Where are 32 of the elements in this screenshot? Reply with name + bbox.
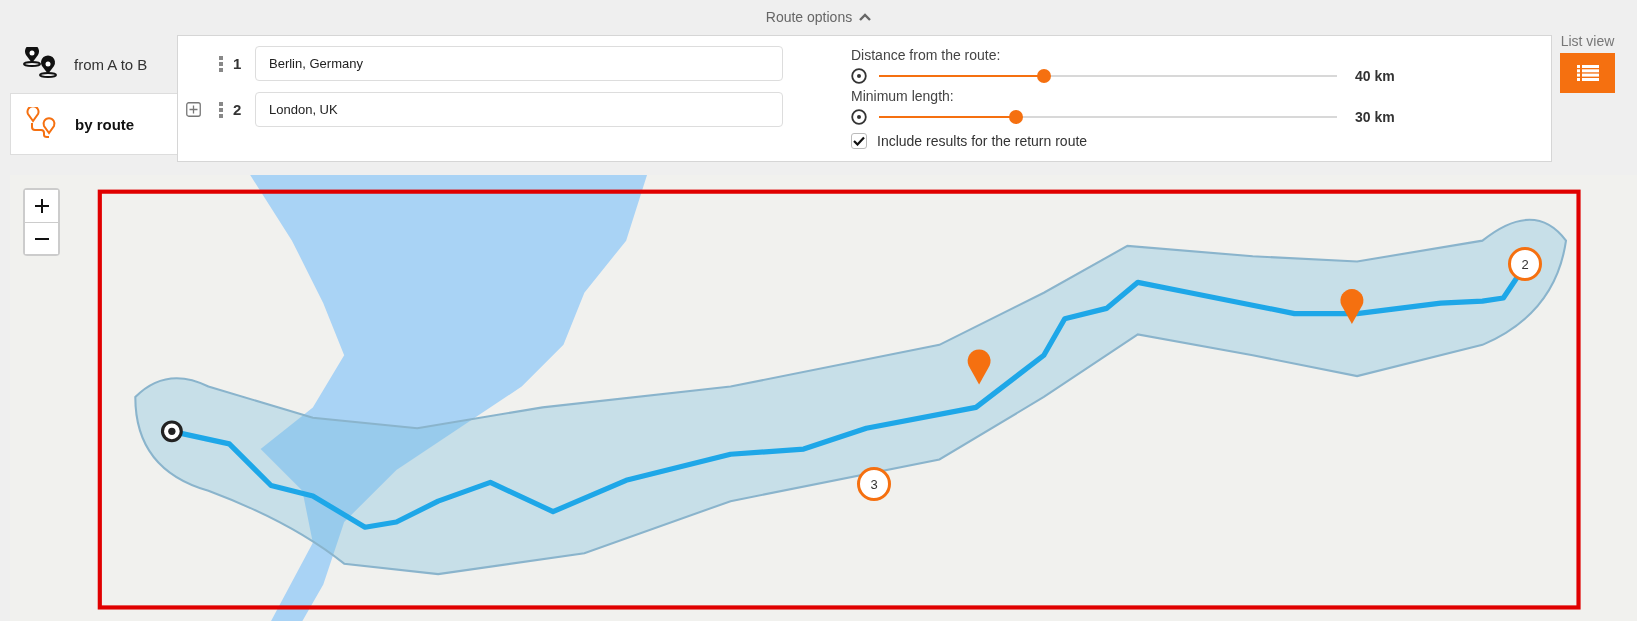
checkbox[interactable] [851, 133, 867, 149]
cluster-marker[interactable]: 3 [857, 467, 891, 501]
slider-label: Distance from the route: [851, 47, 1002, 64]
waypoint-field[interactable]: Berlin, Germany [255, 46, 783, 81]
slider-label: Minimum length: [851, 88, 955, 105]
cluster-marker[interactable]: 2 [1508, 247, 1542, 281]
drag-handle-icon[interactable] [219, 55, 223, 72]
checkbox-label: Include results for the return route [877, 133, 1088, 149]
list-icon [1576, 65, 1599, 81]
zoom-out-button[interactable] [25, 222, 58, 254]
minus-icon [34, 237, 49, 240]
target-icon [851, 68, 867, 84]
slider-value: 40 km [1355, 68, 1395, 84]
map-pin-icon [967, 349, 991, 385]
chevron-up-icon [859, 12, 872, 21]
list-view-label: List view [1560, 33, 1615, 49]
map-pin-icon [1340, 289, 1364, 324]
plus-icon [34, 199, 49, 213]
slider-thumb[interactable] [1009, 110, 1024, 124]
target-icon [851, 109, 867, 125]
start-marker-icon [160, 420, 183, 443]
route-options-toggle[interactable]: Route options [761, 6, 876, 27]
waypoint-number: 1 [233, 55, 243, 72]
map-pins-icon [20, 47, 60, 81]
list-view-button[interactable] [1560, 53, 1615, 93]
mode-tab[interactable]: by route [10, 93, 177, 155]
slider-thumb[interactable] [1036, 69, 1051, 83]
drag-handle-icon[interactable] [219, 101, 223, 118]
slider-value: 30 km [1355, 109, 1395, 125]
waypoint-field[interactable]: London, UK [255, 92, 783, 127]
waypoint-number: 2 [233, 101, 243, 118]
add-waypoint-icon[interactable] [186, 102, 201, 117]
